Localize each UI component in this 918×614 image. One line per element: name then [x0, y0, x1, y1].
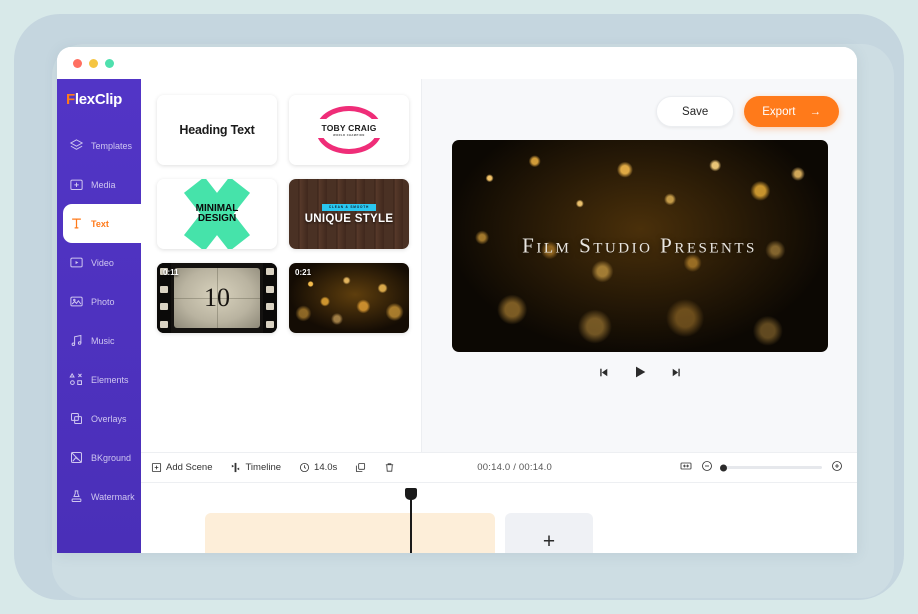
window-maximize-dot[interactable]: [105, 59, 114, 68]
timeline-track-area: +: [141, 483, 857, 553]
template-title: TOBY CRAIG: [321, 123, 376, 133]
timeline-button[interactable]: Timeline: [230, 462, 281, 473]
sidebar-label: Watermark: [91, 492, 135, 502]
time-readout: 00:14.0 / 00:14.0: [477, 462, 552, 473]
toby-artwork: TOBY CRAIG WORLD CHAMPION: [310, 104, 388, 156]
zoom-slider-knob[interactable]: [720, 464, 727, 471]
add-scene-button[interactable]: Add Scene: [151, 462, 212, 473]
export-label: Export: [762, 106, 795, 118]
window-close-dot[interactable]: [73, 59, 82, 68]
skip-previous-icon[interactable]: [597, 366, 610, 379]
skip-next-icon[interactable]: [670, 366, 683, 379]
logo-text: lexClip: [75, 91, 122, 108]
sidebar-item-video[interactable]: Video: [57, 243, 141, 282]
countdown-number: 10: [204, 283, 230, 313]
sidebar-label: Media: [91, 180, 116, 190]
sidebar-item-media[interactable]: Media: [57, 165, 141, 204]
toby-text-block: TOBY CRAIG WORLD CHAMPION: [321, 123, 376, 137]
music-note-icon: [68, 333, 84, 349]
template-toby-craig[interactable]: TOBY CRAIG WORLD CHAMPION: [289, 95, 409, 165]
window-titlebar: [57, 47, 857, 79]
template-countdown[interactable]: 0:11 10: [157, 263, 277, 333]
countdown-frame: 10: [174, 268, 260, 328]
zoom-in-icon[interactable]: [831, 460, 843, 475]
duration-label: 14.0s: [314, 462, 337, 473]
zoom-controls: [680, 460, 843, 475]
sidebar-label: BKground: [91, 453, 131, 463]
video-play-icon: [68, 255, 84, 271]
trash-icon[interactable]: [384, 462, 395, 473]
template-text-block: MINIMAL DESIGN: [196, 204, 239, 224]
sidebar-label: Photo: [91, 297, 115, 307]
template-subtitle: WORLD CHAMPION: [321, 134, 376, 137]
sidebar-item-text[interactable]: Text: [63, 204, 141, 243]
timeline-clip[interactable]: [205, 513, 495, 553]
elements-shapes-icon: [68, 372, 84, 388]
sidebar-item-watermark[interactable]: Watermark: [57, 477, 141, 516]
sidebar-item-photo[interactable]: Photo: [57, 282, 141, 321]
add-scene-label: Add Scene: [166, 462, 212, 473]
duplicate-icon[interactable]: [355, 462, 366, 473]
film-strip-right: [263, 263, 277, 333]
sidebar: FlexClip Templates Media Text: [57, 79, 141, 553]
clip-row: +: [205, 513, 857, 553]
sidebar-label: Templates: [91, 141, 132, 151]
template-grid: Heading Text TOBY CRAIG WORLD CHAMPION: [157, 95, 407, 333]
sidebar-label: Elements: [91, 375, 129, 385]
template-gold-particles[interactable]: 0:21: [289, 263, 409, 333]
photo-icon: [68, 294, 84, 310]
video-title-text: Film Studio Presents: [452, 234, 828, 259]
timeline-toolbar: Add Scene Timeline 14.0s 00:14.0 / 00:14…: [141, 452, 857, 483]
sidebar-label: Text: [91, 219, 109, 229]
logo-f-letter: F: [66, 91, 75, 108]
save-button[interactable]: Save: [656, 96, 734, 127]
window-minimize-dot[interactable]: [89, 59, 98, 68]
zoom-slider[interactable]: [722, 466, 822, 469]
background-icon: [68, 450, 84, 466]
watermark-stamp-icon: [68, 489, 84, 505]
sidebar-label: Music: [91, 336, 115, 346]
sidebar-label: Overlays: [91, 414, 127, 424]
duration-badge: 0:11: [163, 268, 179, 277]
app-logo[interactable]: FlexClip: [57, 91, 141, 108]
sidebar-item-elements[interactable]: Elements: [57, 360, 141, 399]
app-window: FlexClip Templates Media Text: [57, 47, 857, 553]
sidebar-label: Video: [91, 258, 114, 268]
template-title: Heading Text: [179, 123, 254, 137]
play-icon[interactable]: [632, 364, 648, 380]
sidebar-item-templates[interactable]: Templates: [57, 126, 141, 165]
text-t-icon: [68, 216, 84, 232]
arrow-right-icon: →: [810, 106, 822, 118]
playhead[interactable]: [410, 497, 412, 553]
layers-icon: [68, 138, 84, 154]
template-title-line2: DESIGN: [196, 214, 239, 224]
template-badge: CLEAN & SMOOTH: [322, 204, 376, 211]
sidebar-item-overlays[interactable]: Overlays: [57, 399, 141, 438]
overlays-squares-icon: [68, 411, 84, 427]
template-minimal-design[interactable]: MINIMAL DESIGN: [157, 179, 277, 249]
template-title: UNIQUE STYLE: [305, 213, 394, 225]
window-body: FlexClip Templates Media Text: [57, 79, 857, 553]
playback-controls: [422, 364, 857, 380]
video-preview-stage[interactable]: Film Studio Presents: [452, 140, 828, 352]
minimal-artwork: MINIMAL DESIGN: [181, 188, 253, 240]
sidebar-item-bkground[interactable]: BKground: [57, 438, 141, 477]
zoom-out-icon[interactable]: [701, 460, 713, 475]
template-heading-text[interactable]: Heading Text: [157, 95, 277, 165]
preview-actions: Save Export →: [422, 79, 857, 127]
duration-indicator[interactable]: 14.0s: [299, 462, 337, 473]
timeline-label: Timeline: [245, 462, 281, 473]
template-unique-style[interactable]: CLEAN & SMOOTH UNIQUE STYLE: [289, 179, 409, 249]
sidebar-item-music[interactable]: Music: [57, 321, 141, 360]
fit-to-width-icon[interactable]: [680, 460, 692, 475]
media-add-icon: [68, 177, 84, 193]
add-clip-button[interactable]: +: [505, 513, 593, 553]
duration-badge: 0:21: [295, 268, 311, 277]
export-button[interactable]: Export →: [744, 96, 839, 127]
